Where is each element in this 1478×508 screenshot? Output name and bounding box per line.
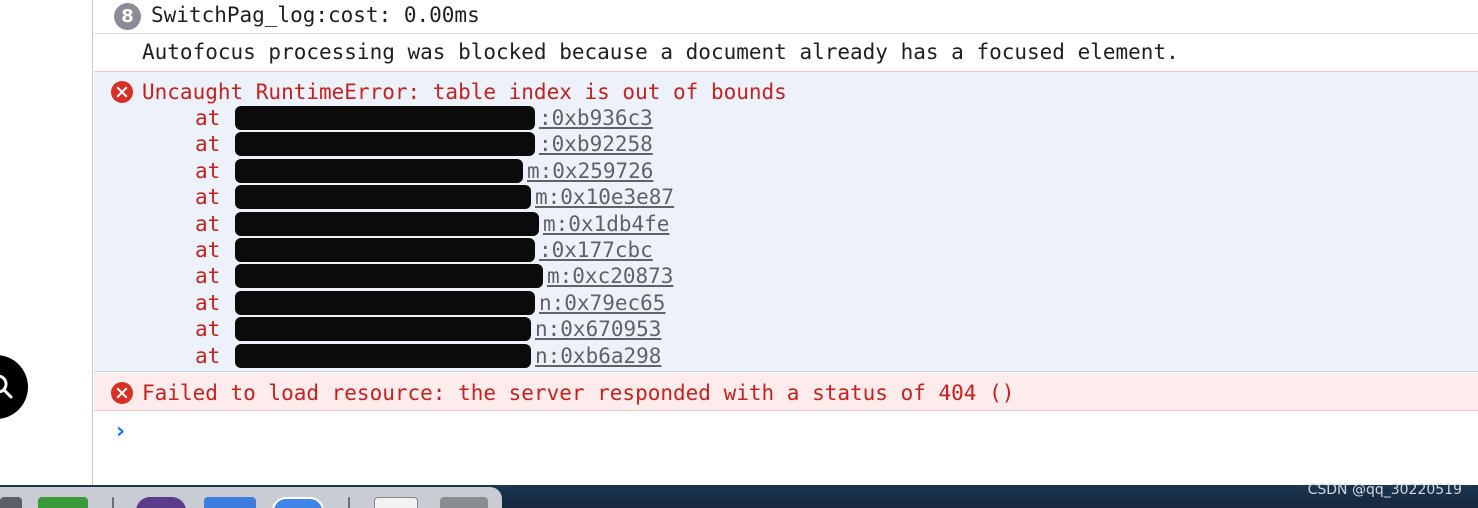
dock-separator xyxy=(112,497,114,508)
stack-frame: at :0x177cbc xyxy=(195,237,674,263)
console-prompt-chevron-icon[interactable]: › xyxy=(116,419,125,444)
redaction-mark xyxy=(235,158,523,183)
error-stack-trace: at :0xb936c3 at :0xb92258 at m:0x259726 at m:0x… xyxy=(195,105,674,369)
stack-frame: at n:0x670953 xyxy=(195,316,674,342)
stack-frame: at m:0x259726 xyxy=(195,158,674,184)
stack-frame-prefix: at xyxy=(195,211,221,236)
stack-frame: at n:0xb6a298 xyxy=(195,343,674,369)
error-title: Uncaught RuntimeError: table index is ou… xyxy=(142,80,787,104)
stack-frame-prefix: at xyxy=(195,317,221,342)
dock-app-icon[interactable] xyxy=(136,497,186,508)
stack-frame-prefix: at xyxy=(195,185,221,210)
stack-frame-prefix: at xyxy=(195,158,221,183)
redaction-mark xyxy=(235,343,531,368)
resource-error-text: Failed to load resource: the server resp… xyxy=(142,381,1015,405)
redaction-mark xyxy=(235,264,543,289)
stack-frame: at m:0xc20873 xyxy=(195,263,674,289)
stack-frame-location: m:0x10e3e87 xyxy=(535,185,675,210)
stack-frame-location: :0xb92258 xyxy=(539,132,653,157)
stack-frame: at n:0x79ec65 xyxy=(195,290,674,316)
stack-frame-location: :0xb936c3 xyxy=(539,106,653,130)
stack-frame-prefix: at xyxy=(195,132,221,157)
dock-app-icon[interactable] xyxy=(0,497,22,508)
stack-frame: at :0xb936c3 xyxy=(195,105,674,131)
stack-frame: at m:0x1db4fe xyxy=(195,211,674,237)
console-log-message[interactable]: 8 SwitchPag_log:cost: 0.00ms xyxy=(94,0,1478,34)
stack-frame-location: n:0xb6a298 xyxy=(535,343,662,368)
dock-app-icon[interactable] xyxy=(204,497,256,508)
stack-frame-location: :0x177cbc xyxy=(539,237,653,262)
redaction-mark xyxy=(235,237,535,262)
dock-app-icon[interactable] xyxy=(374,497,418,508)
error-icon xyxy=(111,81,133,103)
stack-frame-location: m:0x1db4fe xyxy=(543,211,670,236)
info-message-text: Autofocus processing was blocked because… xyxy=(142,40,1179,64)
stack-frame: at :0xb92258 xyxy=(195,131,674,157)
stack-frame-location: m:0xc20873 xyxy=(547,264,674,289)
search-icon xyxy=(0,374,13,399)
redaction-mark xyxy=(235,106,535,130)
console-error-message[interactable]: Uncaught RuntimeError: table index is ou… xyxy=(94,72,1478,372)
console-info-message[interactable]: Autofocus processing was blocked because… xyxy=(94,34,1478,72)
devtools-console: 8 SwitchPag_log:cost: 0.00ms Autofocus p… xyxy=(94,0,1478,485)
stack-frame-prefix: at xyxy=(195,264,221,289)
console-resource-error[interactable]: Failed to load resource: the server resp… xyxy=(94,373,1478,411)
dock-app-icon[interactable] xyxy=(440,497,488,508)
error-icon xyxy=(111,382,133,404)
stack-frame-prefix: at xyxy=(195,237,221,262)
stack-frame: at m:0x10e3e87 xyxy=(195,184,674,210)
stack-frame-prefix: at xyxy=(195,290,221,315)
dock-separator xyxy=(348,497,350,508)
dock-app-icon[interactable] xyxy=(272,497,324,508)
stack-frame-prefix: at xyxy=(195,343,221,368)
log-message-text: SwitchPag_log:cost: 0.00ms xyxy=(151,3,480,27)
stack-frame-prefix: at xyxy=(195,106,221,130)
search-button[interactable] xyxy=(0,355,28,419)
redaction-mark xyxy=(235,317,531,342)
stack-frame-location: n:0x670953 xyxy=(535,317,662,342)
stack-frame-location: n:0x79ec65 xyxy=(539,290,666,315)
redaction-mark xyxy=(235,211,539,236)
page-left-strip xyxy=(0,0,93,485)
redaction-mark xyxy=(235,185,531,210)
repeat-count-badge: 8 xyxy=(114,3,141,30)
stack-frame-location: m:0x259726 xyxy=(527,158,654,183)
dock-app-icon[interactable] xyxy=(38,497,88,508)
watermark: CSDN @qq_30220519 xyxy=(1307,482,1462,498)
redaction-mark xyxy=(235,290,535,315)
redaction-mark xyxy=(235,132,535,157)
